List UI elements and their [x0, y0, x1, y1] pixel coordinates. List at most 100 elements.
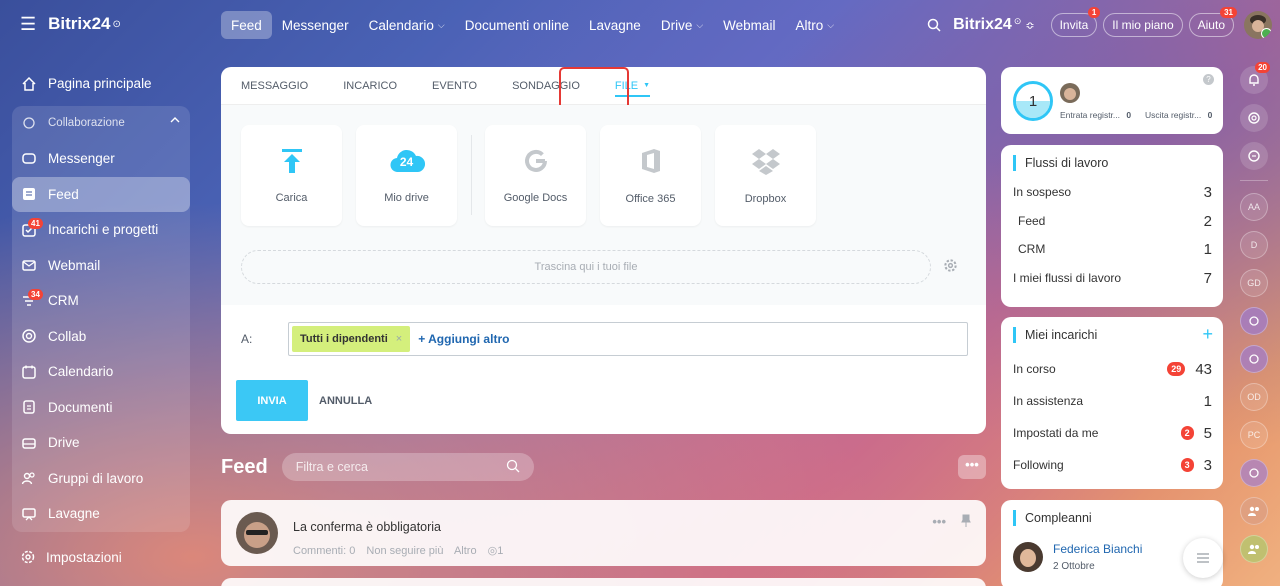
help-button[interactable]: Aiuto 31	[1188, 7, 1237, 37]
my-drive-tile[interactable]: 24 Mio drive	[356, 125, 457, 226]
task-row-set-by-me[interactable]: Impostati da me 2 5	[1001, 417, 1223, 449]
sidebar-item-home[interactable]: Pagina principale	[12, 66, 190, 102]
post-title[interactable]: La conferma è obbligatoria	[293, 520, 441, 534]
search-icon	[506, 459, 520, 473]
search-icon[interactable]	[927, 18, 941, 32]
brand-name[interactable]: Bitrix24	[953, 16, 1012, 34]
workflow-row-pending[interactable]: In sospeso 3	[1001, 177, 1223, 207]
comments-link[interactable]: Commenti: 0	[293, 545, 355, 557]
brand-settings-icon[interactable]: ≎	[1025, 19, 1034, 32]
task-row-assisting[interactable]: In assistenza 1	[1001, 385, 1223, 417]
topnav-feed[interactable]: Feed	[221, 11, 272, 39]
user-avatar[interactable]	[1244, 11, 1272, 39]
file-drop-zone[interactable]: Trascina qui i tuoi file	[241, 250, 931, 284]
tasks-widget: Miei incarichi + In corso 29 43 In assisten…	[1001, 317, 1223, 489]
sidebar-item-messenger[interactable]: Messenger	[12, 141, 190, 177]
task-row-following[interactable]: Following 3 3	[1001, 449, 1223, 481]
widget-title[interactable]: Compleanni	[1013, 510, 1223, 526]
feed-more-button[interactable]: •••	[958, 455, 986, 479]
unfollow-link[interactable]: Non seguire più	[366, 545, 443, 557]
topnav-webmail[interactable]: Webmail	[713, 11, 785, 39]
topnav-messenger[interactable]: Messenger	[272, 11, 359, 39]
birthday-person-name[interactable]: Federica Bianchi	[1053, 542, 1142, 556]
send-button[interactable]: INVIA	[236, 380, 308, 421]
upload-tile[interactable]: Carica	[241, 125, 342, 226]
sidebar-item-webmail[interactable]: Webmail	[12, 248, 190, 284]
menu-icon[interactable]: ☰	[20, 14, 36, 35]
sidebar-item-settings[interactable]: Impostazioni	[20, 549, 122, 565]
cancel-button[interactable]: ANNULLA	[319, 380, 372, 421]
avatar-face	[244, 522, 270, 548]
group-avatar-icon[interactable]	[1240, 497, 1268, 525]
topnav-boards[interactable]: Lavagne	[579, 11, 651, 39]
help-label: Aiuto	[1197, 18, 1225, 32]
sidebar-item-calendar[interactable]: Calendario	[12, 354, 190, 390]
other-link[interactable]: Altro	[454, 545, 477, 557]
contact-avatar[interactable]: GD	[1240, 269, 1268, 297]
task-row-in-progress[interactable]: In corso 29 43	[1001, 353, 1223, 385]
topnav-more[interactable]: Altro ⌵	[785, 11, 844, 39]
user-avatar[interactable]	[1060, 83, 1080, 103]
workflow-row-crm[interactable]: CRM 1	[1001, 235, 1223, 263]
author-avatar[interactable]	[236, 512, 278, 554]
list-menu-icon[interactable]	[1183, 538, 1223, 578]
settings-label: Impostazioni	[46, 549, 122, 565]
workflow-row-feed[interactable]: Feed 2	[1001, 207, 1223, 235]
topnav-calendar[interactable]: Calendario ⌵	[359, 11, 455, 39]
contact-avatar[interactable]: D	[1240, 231, 1268, 259]
sidebar-item-boards[interactable]: Lavagne	[12, 496, 190, 532]
sidebar-item-label: Lavagne	[48, 506, 100, 522]
sidebar-item-collab[interactable]: Collab	[12, 319, 190, 355]
sidebar-item-drive[interactable]: Drive	[12, 425, 190, 461]
views-count: 1	[497, 545, 504, 557]
topnav-drive[interactable]: Drive ⌵	[651, 11, 713, 39]
remove-recipient-icon[interactable]: ×	[396, 333, 402, 345]
exit-value: 0	[1207, 110, 1213, 120]
tab-event[interactable]: EVENTO	[432, 67, 477, 105]
channel-icon[interactable]	[1240, 345, 1268, 373]
contact-avatar[interactable]: PC	[1240, 421, 1268, 449]
sidebar-item-crm[interactable]: 34 CRM	[12, 283, 190, 319]
pin-icon[interactable]	[961, 514, 971, 528]
chevron-up-icon[interactable]	[170, 116, 180, 124]
sidebar-item-feed[interactable]: Feed	[12, 176, 190, 212]
sidebar-item-workgroups[interactable]: Gruppi di lavoro	[12, 461, 190, 497]
drive-badge: 24	[399, 154, 414, 169]
contact-avatar[interactable]: OD	[1240, 383, 1268, 411]
tasks-title[interactable]: Miei incarichi	[1025, 328, 1097, 342]
settings-gear-icon[interactable]	[943, 258, 958, 273]
post-menu-button[interactable]: •••	[932, 514, 946, 529]
chat-bubble-icon[interactable]	[1240, 142, 1268, 170]
sidebar-item-tasks[interactable]: 41 Incarichi e progetti	[12, 212, 190, 248]
dropbox-tile[interactable]: Dropbox	[715, 125, 816, 226]
invite-button[interactable]: Invita 1	[1050, 7, 1101, 37]
add-recipient-link[interactable]: + Aggiungi altro	[418, 332, 509, 346]
row-label: I miei flussi di lavoro	[1013, 271, 1122, 285]
group-avatar-icon[interactable]	[1240, 535, 1268, 563]
notifications-bell-icon[interactable]: 20	[1240, 62, 1270, 94]
sidebar-group-header[interactable]: Collaborazione	[12, 106, 190, 142]
channel-icon[interactable]	[1240, 459, 1268, 487]
app-logo[interactable]: ☰ Bitrix24 ⊙	[20, 12, 121, 36]
google-docs-tile[interactable]: Google Docs	[485, 125, 586, 226]
post-composer: MESSAGGIO INCARICO EVENTO SONDAGGIO FILE…	[221, 67, 986, 434]
timeman-counter[interactable]: 1	[1013, 81, 1053, 121]
contact-avatar[interactable]: AA	[1240, 193, 1268, 221]
topnav-online-docs[interactable]: Documenti online	[455, 11, 579, 39]
channel-icon[interactable]	[1240, 307, 1268, 335]
tab-task[interactable]: INCARICO	[343, 67, 397, 105]
help-icon[interactable]: ?	[1203, 74, 1214, 85]
workflow-row-mine[interactable]: I miei flussi di lavoro 7	[1001, 263, 1223, 293]
chevron-down-icon: ⌵	[696, 19, 704, 30]
my-plan-button[interactable]: Il mio piano	[1103, 13, 1183, 37]
copilot-icon[interactable]	[1240, 104, 1268, 132]
widget-title[interactable]: Flussi di lavoro	[1013, 155, 1223, 171]
office-365-tile[interactable]: Office 365	[600, 125, 701, 226]
document-icon	[20, 398, 38, 416]
feed-search-input[interactable]: Filtra e cerca	[281, 453, 534, 481]
add-task-button[interactable]: +	[1202, 325, 1213, 343]
sidebar-item-documents[interactable]: Documenti	[12, 390, 190, 426]
birthday-avatar[interactable]	[1013, 542, 1043, 572]
recipients-input[interactable]: Tutti i dipendenti × + Aggiungi altro	[288, 322, 968, 356]
tab-message[interactable]: MESSAGGIO	[241, 67, 308, 105]
